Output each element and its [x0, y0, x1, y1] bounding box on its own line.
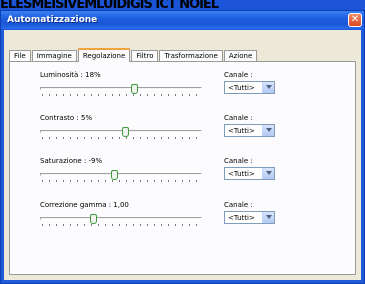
slider-ticks — [42, 180, 200, 182]
contrasto-label: Contrasto : 5% — [40, 114, 93, 122]
gamma-label: Correzione gamma : 1,00 — [40, 201, 129, 209]
luminosita-slider[interactable] — [40, 84, 202, 98]
slider-ticks — [42, 224, 200, 226]
background-window-text: ELESMEISIVEMLUIDIGIS ICT NOIEL — [0, 0, 365, 10]
channel-select[interactable]: <Tutti> — [224, 211, 275, 224]
tab-strip: File Immagine Regolazione Filtro Trasfor… — [9, 48, 258, 62]
adjustment-row-gamma: Correzione gamma : 1,00 Canale : <Tutti> — [10, 201, 357, 241]
slider-track — [40, 173, 202, 176]
luminosita-label: Luminosità : 18% — [40, 71, 101, 79]
slider-thumb[interactable] — [90, 214, 97, 224]
contrasto-slider[interactable] — [40, 127, 202, 141]
adjustment-row-contrasto: Contrasto : 5% Canale : <Tutti> — [10, 114, 357, 154]
slider-track — [40, 87, 202, 90]
window-client-area: File Immagine Regolazione Filtro Trasfor… — [4, 30, 361, 280]
saturazione-slider[interactable] — [40, 170, 202, 184]
channel-label: Canale : — [224, 201, 253, 209]
slider-thumb[interactable] — [131, 84, 138, 94]
channel-label: Canale : — [224, 114, 253, 122]
tab-regolazione[interactable]: Regolazione — [77, 48, 131, 62]
slider-thumb[interactable] — [122, 127, 129, 137]
channel-select-value: <Tutti> — [228, 214, 255, 222]
window-title: Automatizzazione — [7, 15, 98, 25]
slider-track — [40, 217, 202, 220]
channel-select[interactable]: <Tutti> — [224, 124, 275, 137]
saturazione-label: Saturazione : -9% — [40, 157, 103, 165]
chevron-down-icon[interactable] — [262, 82, 274, 93]
channel-select[interactable]: <Tutti> — [224, 81, 275, 94]
automation-window: Automatizzazione ✕ File Immagine Regolaz… — [0, 10, 365, 284]
channel-select-value: <Tutti> — [228, 84, 255, 92]
chevron-down-icon[interactable] — [262, 168, 274, 179]
channel-label: Canale : — [224, 157, 253, 165]
slider-ticks — [42, 94, 200, 96]
chevron-down-icon[interactable] — [262, 212, 274, 223]
channel-select[interactable]: <Tutti> — [224, 167, 275, 180]
channel-select-value: <Tutti> — [228, 127, 255, 135]
chevron-down-icon[interactable] — [262, 125, 274, 136]
adjustment-row-saturazione: Saturazione : -9% Canale : <Tutti> — [10, 157, 357, 197]
slider-thumb[interactable] — [111, 170, 118, 180]
regolazione-panel: Luminosità : 18% Canale : <Tutti> Contra… — [9, 61, 356, 275]
slider-track — [40, 130, 202, 133]
adjustment-row-luminosita: Luminosità : 18% Canale : <Tutti> — [10, 71, 357, 111]
close-icon[interactable]: ✕ — [348, 13, 362, 27]
gamma-slider[interactable] — [40, 214, 202, 228]
channel-select-value: <Tutti> — [228, 170, 255, 178]
slider-ticks — [42, 137, 200, 139]
channel-label: Canale : — [224, 71, 253, 79]
title-bar[interactable]: Automatizzazione ✕ — [1, 11, 364, 29]
